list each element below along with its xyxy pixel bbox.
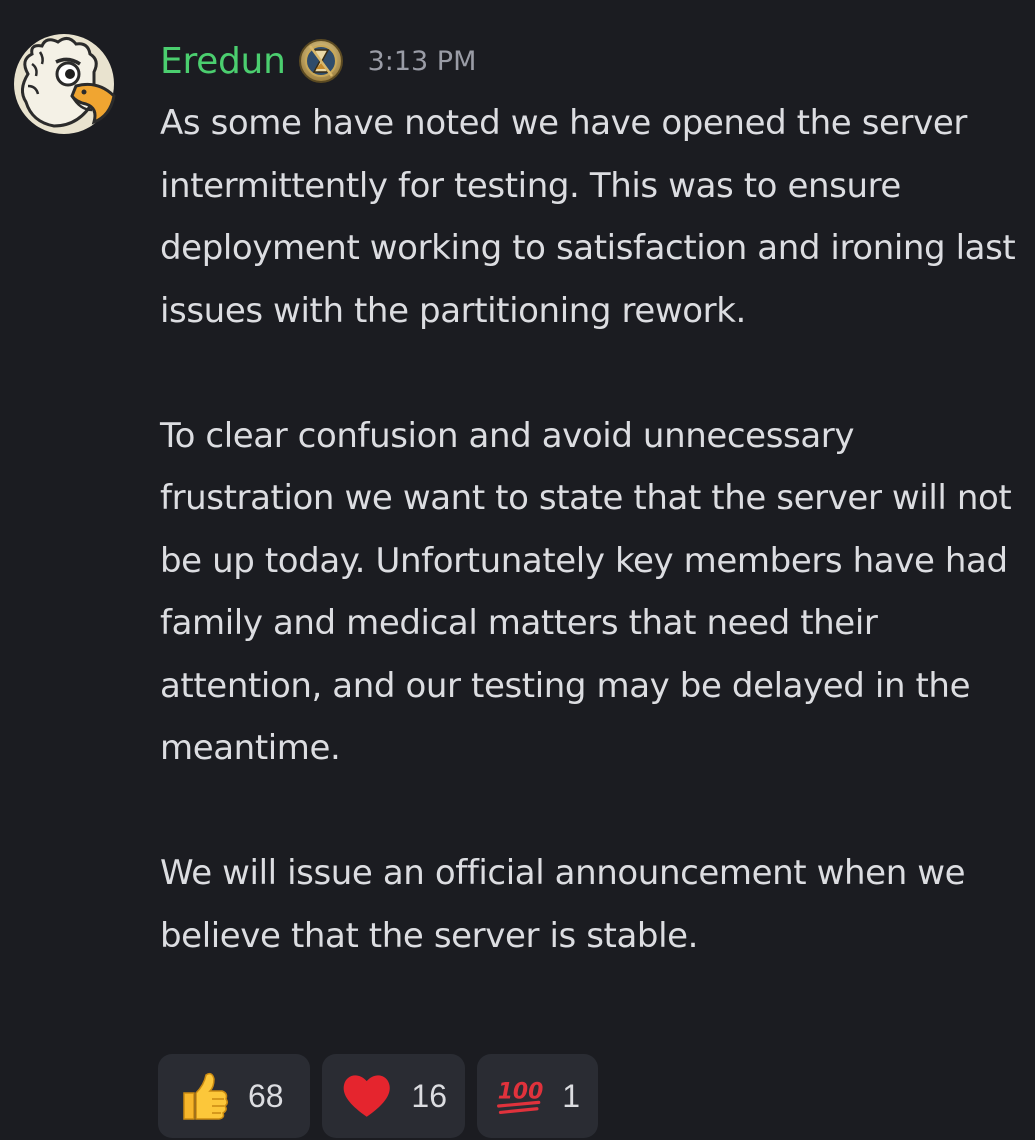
reaction-count: 68 (248, 1077, 284, 1114)
message-header: Eredun 3:13 PM (160, 36, 476, 86)
message-paragraph: To clear confusion and avoid unnecessary… (160, 415, 1012, 769)
red-heart-icon (343, 1075, 390, 1117)
hourglass-badge-icon[interactable] (298, 38, 344, 84)
hundred-points-icon: 100 (497, 1080, 543, 1114)
chat-message: Eredun 3:13 PM As some have noted we hav… (0, 0, 1035, 1140)
reaction-heart[interactable]: 16 (322, 1054, 465, 1138)
thumbs-up-icon (183, 1072, 229, 1120)
eagle-avatar[interactable] (10, 30, 118, 138)
reaction-bar: 68 16 100 1 (158, 1054, 598, 1138)
reaction-hundred[interactable]: 100 1 (477, 1054, 598, 1138)
username[interactable]: Eredun (160, 41, 286, 82)
message-paragraph: We will issue an official announcement w… (160, 853, 966, 956)
message-paragraph: As some have noted we have opened the se… (160, 103, 1016, 331)
reaction-thumbs-up[interactable]: 68 (158, 1054, 310, 1138)
reaction-count: 16 (411, 1077, 447, 1114)
timestamp: 3:13 PM (367, 45, 477, 77)
message-content: As some have noted we have opened the se… (160, 92, 1030, 967)
reaction-count: 1 (562, 1077, 580, 1114)
